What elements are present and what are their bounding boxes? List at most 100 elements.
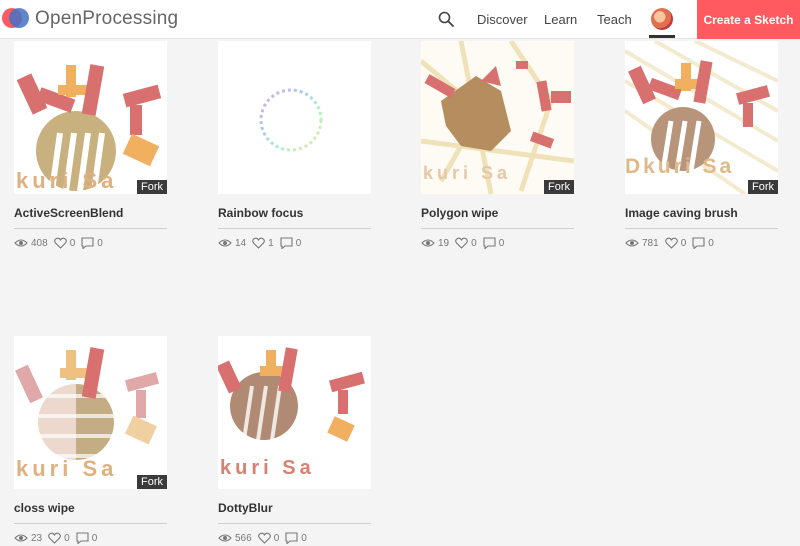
- likes-stat[interactable]: 0: [455, 237, 477, 249]
- views-stat: 19: [421, 238, 449, 249]
- comments-stat[interactable]: 0: [81, 237, 103, 249]
- views-stat: 14: [218, 238, 246, 249]
- eye-icon: [218, 239, 232, 247]
- sketch-preview-image: Dkuri Sa: [625, 41, 778, 194]
- comments-stat[interactable]: 0: [76, 532, 98, 544]
- fork-badge[interactable]: Fork: [748, 180, 778, 194]
- sketch-thumbnail[interactable]: kuri Sa Fork: [14, 336, 167, 489]
- comment-icon: [692, 237, 705, 249]
- views-stat: 23: [14, 533, 42, 544]
- thumb-text: kuri Sa: [423, 163, 511, 183]
- openprocessing-logo[interactable]: OpenProcessing: [2, 5, 178, 33]
- comments-stat[interactable]: 0: [692, 237, 714, 249]
- views-count: 566: [235, 532, 252, 544]
- sketch-stats: 14 1 0: [218, 237, 371, 249]
- sketch-card: kuri Sa Fork ActiveScreenBlend 408 0 0: [14, 41, 167, 249]
- likes-count: 0: [680, 237, 687, 249]
- comments-count: 0: [91, 532, 98, 544]
- sketch-preview-image: kuri Sa: [14, 41, 167, 194]
- sketch-title[interactable]: ActiveScreenBlend: [14, 206, 167, 229]
- sketch-stats: 566 0 0: [218, 532, 371, 544]
- heart-icon: [252, 237, 265, 249]
- sketch-preview-image: kuri Sa: [421, 41, 574, 194]
- comments-count: 0: [301, 532, 307, 544]
- sketch-preview-image: kuri Sa: [218, 336, 371, 489]
- heart-icon: [48, 532, 61, 544]
- likes-count: 1: [268, 237, 274, 249]
- comments-count: 0: [97, 237, 103, 249]
- views-stat: 566: [218, 533, 252, 544]
- sketch-card: Rainbow focus 14 1 0: [218, 41, 371, 249]
- sketch-card: Dkuri Sa Fork Image caving brush 781 0 0: [625, 41, 778, 249]
- eye-icon: [625, 239, 639, 247]
- eye-icon: [421, 239, 435, 247]
- likes-stat[interactable]: 0: [53, 237, 76, 249]
- sketch-title[interactable]: Image caving brush: [625, 206, 778, 229]
- likes-count: 0: [69, 237, 76, 249]
- sketch-title[interactable]: closs wipe: [14, 501, 167, 524]
- active-nav-indicator: [649, 35, 675, 38]
- views-stat: 781: [625, 238, 659, 249]
- nav-discover-link[interactable]: Discover: [477, 12, 528, 27]
- sketch-stats: 19 0 0: [421, 237, 574, 249]
- thumb-text: kuri Sa: [16, 168, 117, 193]
- thumb-text: kuri Sa: [220, 457, 315, 479]
- likes-stat[interactable]: 0: [257, 532, 280, 544]
- comment-icon: [285, 532, 298, 544]
- fork-badge[interactable]: Fork: [137, 475, 167, 489]
- comments-count: 0: [498, 237, 505, 249]
- sketch-stats: 781 0 0: [625, 237, 778, 249]
- sketch-stats: 23 0 0: [14, 532, 167, 544]
- likes-stat[interactable]: 1: [252, 237, 274, 249]
- sketch-thumbnail[interactable]: [218, 41, 371, 194]
- likes-count: 0: [273, 532, 280, 544]
- create-sketch-button[interactable]: Create a Sketch: [697, 0, 800, 39]
- comment-icon: [76, 532, 89, 544]
- comments-count: 0: [708, 237, 714, 249]
- sketch-thumbnail[interactable]: Dkuri Sa Fork: [625, 41, 778, 194]
- comments-stat[interactable]: 0: [285, 532, 307, 544]
- sketch-thumbnail[interactable]: kuri Sa: [218, 336, 371, 489]
- comments-count: 0: [295, 237, 302, 249]
- likes-count: 0: [64, 532, 70, 544]
- views-count: 14: [235, 237, 247, 249]
- heart-icon: [664, 237, 678, 249]
- top-nav-bar: OpenProcessing Discover Learn Teach Crea…: [0, 0, 800, 39]
- nav-learn-link[interactable]: Learn: [544, 12, 577, 27]
- sketch-thumbnail[interactable]: kuri Sa Fork: [14, 41, 167, 194]
- comments-stat[interactable]: 0: [483, 237, 505, 249]
- sketch-preview-image: kuri Sa: [14, 336, 167, 489]
- views-stat: 408: [14, 238, 48, 249]
- likes-count: 0: [471, 237, 477, 249]
- comment-icon: [483, 237, 496, 249]
- nav-teach-link[interactable]: Teach: [597, 12, 632, 27]
- eye-icon: [14, 534, 28, 542]
- sketch-card: kuri Sa Fork closs wipe 23 0 0: [14, 336, 167, 544]
- likes-stat[interactable]: 0: [664, 237, 687, 249]
- sketch-stats: 408 0 0: [14, 237, 167, 249]
- sketch-title[interactable]: Rainbow focus: [218, 206, 371, 229]
- search-icon[interactable]: [437, 10, 455, 28]
- eye-icon: [14, 239, 28, 247]
- logo-mark-icon: [2, 5, 30, 33]
- fork-badge[interactable]: Fork: [137, 180, 167, 194]
- sketch-thumbnail[interactable]: kuri Sa Fork: [421, 41, 574, 194]
- views-count: 23: [31, 532, 43, 544]
- thumb-text: kuri Sa: [16, 456, 117, 481]
- comments-stat[interactable]: 0: [280, 237, 302, 249]
- sketch-preview-image: [218, 41, 371, 194]
- sketch-card: kuri Sa DottyBlur 566 0 0: [218, 336, 371, 544]
- sketch-title[interactable]: Polygon wipe: [421, 206, 574, 229]
- thumb-text: Dkuri Sa: [625, 155, 734, 178]
- heart-icon: [455, 237, 468, 249]
- user-avatar[interactable]: [651, 8, 673, 30]
- likes-stat[interactable]: 0: [48, 532, 70, 544]
- sketch-card: kuri Sa Fork Polygon wipe 19 0 0: [421, 41, 574, 249]
- logo-text: OpenProcessing: [35, 8, 179, 29]
- heart-icon: [257, 532, 271, 544]
- views-count: 781: [642, 237, 659, 249]
- heart-icon: [53, 237, 67, 249]
- sketch-title[interactable]: DottyBlur: [218, 501, 371, 524]
- comment-icon: [280, 237, 293, 249]
- fork-badge[interactable]: Fork: [544, 180, 574, 194]
